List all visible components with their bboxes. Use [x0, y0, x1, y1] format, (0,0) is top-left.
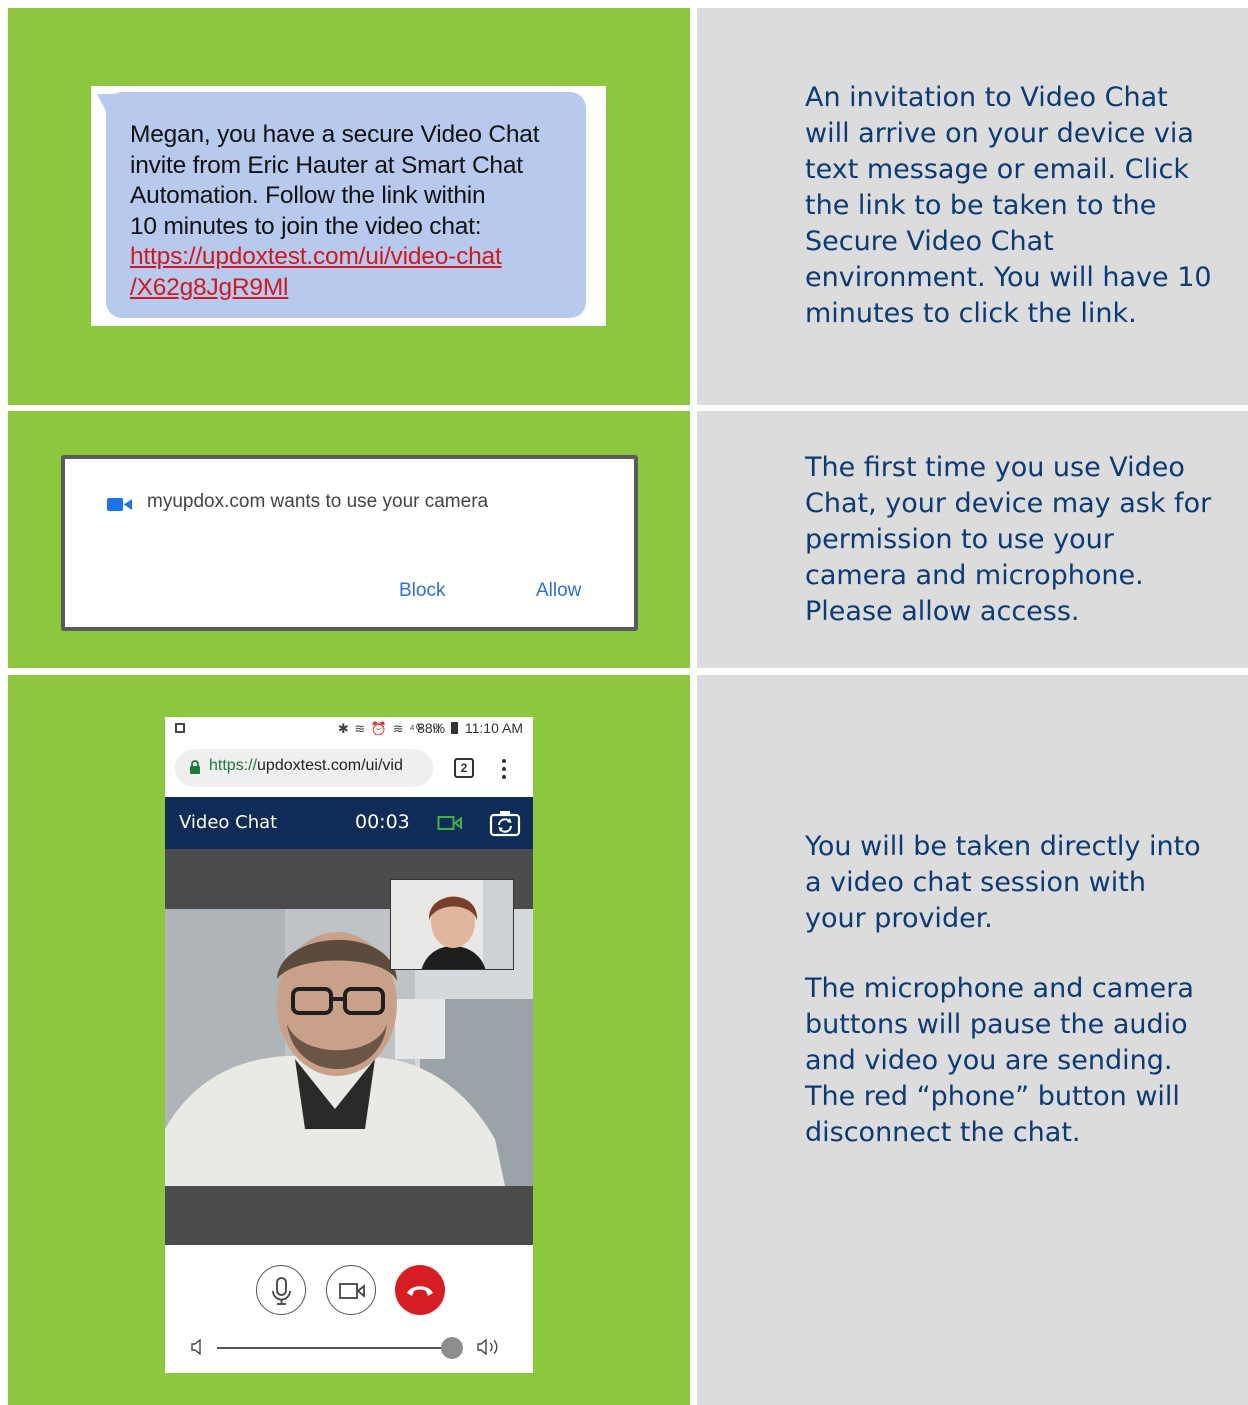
sms-screenshot: Megan, you have a secure Video Chat invi… [91, 86, 606, 326]
self-view-image [391, 880, 513, 969]
switch-camera-icon[interactable] [489, 809, 521, 837]
clock-time: 11:10 AM [464, 720, 523, 736]
call-controls [165, 1245, 533, 1373]
battery-percent: 88% [417, 720, 446, 736]
notification-icon [175, 723, 185, 733]
tab-count-button[interactable]: 2 [454, 758, 474, 778]
sms-message: Megan, you have a secure Video Chat invi… [130, 120, 580, 303]
step1-description: An invitation to Video Chat will arrive … [805, 82, 1212, 329]
hang-up-button[interactable] [395, 1265, 445, 1315]
step2-description: The first time you use Video Chat, your … [805, 452, 1212, 627]
volume-slider-track[interactable] [217, 1347, 462, 1349]
block-button[interactable]: Block [399, 580, 445, 602]
sms-line: Megan, you have a secure Video Chat [130, 121, 540, 148]
sms-line: invite from Eric Hauter at Smart Chat [130, 151, 523, 179]
toggle-camera-button[interactable] [326, 1265, 376, 1315]
sms-bubble: Megan, you have a secure Video Chat invi… [106, 92, 586, 318]
kebab-menu-icon[interactable] [501, 757, 507, 781]
sms-link[interactable]: /X62g8JgR9Ml [130, 273, 580, 304]
mute-microphone-button[interactable] [256, 1265, 306, 1315]
allow-button[interactable]: Allow [536, 580, 581, 602]
video-camera-icon [339, 1283, 365, 1299]
sms-line: Automation. Follow the link within [130, 182, 486, 209]
browser-url-bar: https://updoxtest.com/ui/vid 2 [165, 741, 533, 797]
phone-hangup-icon [407, 1286, 433, 1296]
sms-line: 10 minutes to join the video chat: [130, 212, 482, 240]
video-chat-title: Video Chat [179, 812, 278, 833]
volume-slider-handle[interactable] [440, 1337, 463, 1359]
battery-and-time: 88% 11:10 AM [417, 720, 523, 736]
video-area [165, 849, 533, 1245]
volume-high-icon [477, 1339, 498, 1355]
microphone-icon [272, 1277, 291, 1305]
battery-icon [450, 722, 458, 734]
url-text: https://updoxtest.com/ui/vid [209, 757, 403, 775]
self-view-video [390, 879, 514, 970]
status-bar: ✱ ≋ ⏰ ≋ ⁴ᴳ .ıl 88% 11:10 AM [165, 717, 533, 741]
step3-description-intro: You will be taken directly into a video … [805, 831, 1201, 934]
video-chat-header: Video Chat 00:03 [165, 797, 533, 849]
phone-screenshot: ✱ ≋ ⏰ ≋ ⁴ᴳ .ıl 88% 11:10 AM https://updo… [165, 717, 533, 1373]
camera-status-icon[interactable] [437, 813, 463, 833]
permission-message: myupdox.com wants to use your camera [147, 491, 489, 512]
video-camera-icon [107, 498, 132, 511]
call-timer: 00:03 [355, 811, 410, 833]
sms-link[interactable]: https://updoxtest.com/ui/video-chat [130, 242, 580, 273]
camera-permission-dialog: myupdox.com wants to use your camera Blo… [61, 455, 638, 631]
url-scheme: https:// [209, 757, 258, 774]
step3-description-controls: The microphone and camera buttons will p… [805, 973, 1194, 1148]
url-path: updoxtest.com/ui/vid [257, 757, 403, 774]
lock-icon [190, 760, 200, 774]
volume-low-icon [191, 1339, 201, 1355]
address-field[interactable]: https://updoxtest.com/ui/vid [175, 749, 433, 787]
